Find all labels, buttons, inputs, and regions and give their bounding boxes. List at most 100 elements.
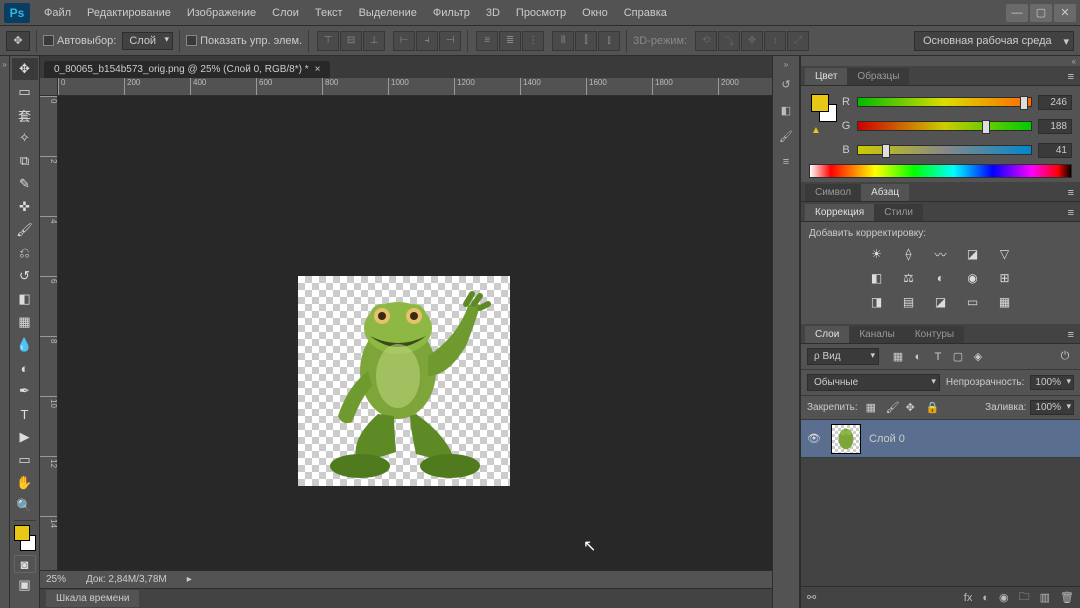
adj-hue-icon[interactable]: ◧: [866, 269, 888, 287]
menu-edit[interactable]: Редактирование: [79, 3, 179, 23]
marquee-tool[interactable]: ▭: [12, 81, 38, 103]
link-layers-icon[interactable]: ⚯: [807, 591, 816, 604]
filter-pixel-icon[interactable]: ▦: [889, 349, 907, 365]
layer-name[interactable]: Слой 0: [869, 433, 905, 445]
brushes-icon[interactable]: 🖌: [775, 125, 797, 147]
menu-file[interactable]: Файл: [36, 3, 79, 23]
layers-panel-menu-icon[interactable]: ≡: [1066, 327, 1076, 343]
b-slider[interactable]: [857, 145, 1032, 155]
color-fg-bg-swatch[interactable]: ▲: [809, 92, 837, 136]
fill-value[interactable]: 100%: [1030, 400, 1074, 415]
lasso-tool[interactable]: 套: [12, 104, 38, 126]
color-panel-menu-icon[interactable]: ≡: [1066, 69, 1076, 85]
screen-mode-toggle[interactable]: ▣: [12, 574, 38, 596]
menu-text[interactable]: Текст: [307, 3, 351, 23]
adj-balance-icon[interactable]: ⚖: [898, 269, 920, 287]
properties-icon[interactable]: ◧: [775, 99, 797, 121]
menu-view[interactable]: Просмотр: [508, 3, 574, 23]
dodge-tool[interactable]: ◐: [12, 357, 38, 379]
lock-transparency-icon[interactable]: ▦: [866, 401, 880, 414]
layer-filter-kind[interactable]: ρ Вид: [807, 348, 879, 365]
3d-slide-icon[interactable]: ↕: [764, 31, 786, 51]
tab-layers[interactable]: Слои: [805, 326, 849, 343]
magic-wand-tool[interactable]: ✧: [12, 127, 38, 149]
brush-tool[interactable]: 🖌: [12, 219, 38, 241]
menu-help[interactable]: Справка: [616, 3, 675, 23]
tab-adjustments[interactable]: Коррекция: [805, 204, 874, 221]
close-tab-icon[interactable]: ×: [315, 64, 321, 75]
zoom-tool[interactable]: 🔍: [12, 495, 38, 517]
adj-invert-icon[interactable]: ◨: [866, 293, 888, 311]
tab-channels[interactable]: Каналы: [849, 326, 905, 343]
current-tool-icon[interactable]: ✥: [6, 31, 30, 51]
filter-toggle-icon[interactable]: ⏻: [1056, 349, 1074, 365]
crop-tool[interactable]: ⧉: [12, 150, 38, 172]
adj-panel-menu-icon[interactable]: ≡: [1066, 205, 1076, 221]
left-collapse-strip[interactable]: »: [0, 56, 10, 608]
3d-roll-icon[interactable]: ⤵: [718, 31, 740, 51]
distribute-2-icon[interactable]: ≣: [499, 31, 521, 51]
canvas-image[interactable]: [298, 276, 510, 486]
show-controls-checkbox[interactable]: Показать упр. элем.: [186, 35, 302, 47]
pen-tool[interactable]: ✒: [12, 380, 38, 402]
gamut-warning-icon[interactable]: ▲: [811, 125, 821, 136]
adj-levels-icon[interactable]: ⟠: [898, 245, 920, 263]
distribute-3-icon[interactable]: ⋮: [522, 31, 544, 51]
menu-layers[interactable]: Слои: [264, 3, 307, 23]
3d-pan-icon[interactable]: ✥: [741, 31, 763, 51]
align-bottom-icon[interactable]: ⊥: [363, 31, 385, 51]
3d-rotate-icon[interactable]: ⟲: [695, 31, 717, 51]
adj-vibrance-icon[interactable]: ▽: [994, 245, 1016, 263]
align-top-icon[interactable]: ⊤: [317, 31, 339, 51]
distribute-6-icon[interactable]: ⫾: [598, 31, 620, 51]
r-value[interactable]: 246: [1038, 95, 1072, 110]
adj-bw-icon[interactable]: ◐: [930, 269, 952, 287]
char-panel-menu-icon[interactable]: ≡: [1066, 185, 1076, 201]
adj-gradient-map-icon[interactable]: ▭: [962, 293, 984, 311]
align-hcenter-icon[interactable]: ⫞: [416, 31, 438, 51]
layer-row[interactable]: 👁 Слой 0: [801, 420, 1080, 458]
adj-threshold-icon[interactable]: ◪: [930, 293, 952, 311]
lock-position-icon[interactable]: ✥: [906, 401, 920, 414]
b-value[interactable]: 41: [1038, 143, 1072, 158]
gradient-tool[interactable]: ▦: [12, 311, 38, 333]
hand-tool[interactable]: ✋: [12, 472, 38, 494]
path-select-tool[interactable]: ▶: [12, 426, 38, 448]
quick-mask-toggle[interactable]: ◙: [14, 555, 36, 573]
history-icon[interactable]: ↺: [775, 73, 797, 95]
filter-adjust-icon[interactable]: ◐: [909, 349, 927, 365]
align-left-icon[interactable]: ⊢: [393, 31, 415, 51]
autoselect-checkbox[interactable]: Автовыбор:: [43, 35, 116, 47]
align-vcenter-icon[interactable]: ⊟: [340, 31, 362, 51]
eraser-tool[interactable]: ◧: [12, 288, 38, 310]
new-layer-icon[interactable]: ▥: [1040, 591, 1050, 604]
menu-3d[interactable]: 3D: [478, 3, 508, 23]
status-play-icon[interactable]: ▸: [187, 574, 192, 585]
spectrum-ramp[interactable]: [809, 164, 1072, 178]
adj-curves-icon[interactable]: 〰: [930, 245, 952, 263]
distribute-5-icon[interactable]: ⫿: [575, 31, 597, 51]
blur-tool[interactable]: 💧: [12, 334, 38, 356]
g-value[interactable]: 188: [1038, 119, 1072, 134]
new-group-icon[interactable]: 🗀: [1019, 588, 1030, 607]
menu-window[interactable]: Окно: [574, 3, 616, 23]
distribute-1-icon[interactable]: ≡: [476, 31, 498, 51]
filter-shape-icon[interactable]: ▢: [949, 349, 967, 365]
align-right-icon[interactable]: ⊣: [439, 31, 461, 51]
color-swatches[interactable]: [12, 525, 38, 551]
menu-filter[interactable]: Фильтр: [425, 3, 478, 23]
menu-image[interactable]: Изображение: [179, 3, 264, 23]
adj-exposure-icon[interactable]: ◪: [962, 245, 984, 263]
lock-pixels-icon[interactable]: 🖌: [886, 401, 900, 414]
document-tab[interactable]: 0_80065_b154b573_orig.png @ 25% (Слой 0,…: [44, 61, 330, 78]
autoselect-target-select[interactable]: Слой: [122, 32, 173, 50]
move-tool[interactable]: ✥: [12, 58, 38, 80]
layer-thumbnail[interactable]: [831, 424, 861, 454]
filter-type-icon[interactable]: T: [929, 349, 947, 365]
eyedropper-tool[interactable]: ✎: [12, 173, 38, 195]
adj-photo-filter-icon[interactable]: ◉: [962, 269, 984, 287]
blend-mode-select[interactable]: Обычные: [807, 374, 940, 391]
window-minimize-button[interactable]: —: [1006, 4, 1028, 22]
shape-tool[interactable]: ▭: [12, 449, 38, 471]
collapse-panels-icon[interactable]: «: [1072, 57, 1076, 66]
